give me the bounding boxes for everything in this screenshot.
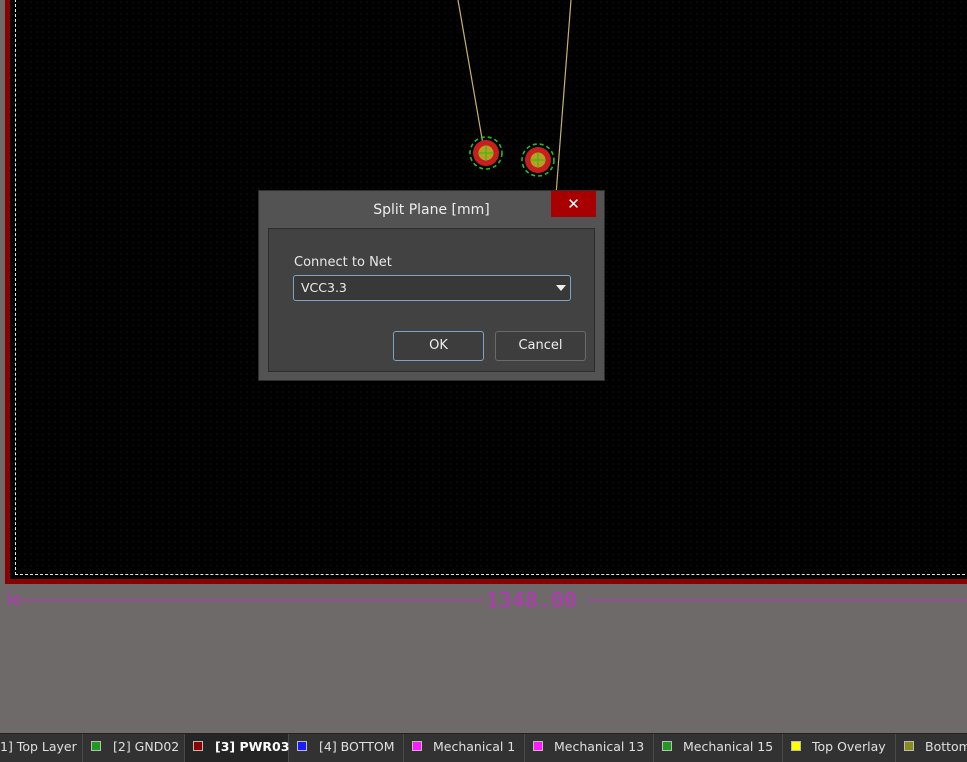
cancel-button[interactable]: Cancel xyxy=(495,331,586,361)
layer-color-swatch xyxy=(412,741,422,751)
track-1[interactable] xyxy=(457,0,485,151)
ok-button[interactable]: OK xyxy=(393,331,484,361)
dimension-value: 1348.00 xyxy=(486,588,578,612)
via-pad-1[interactable] xyxy=(469,136,503,170)
net-select[interactable]: VCC3.3 xyxy=(293,275,571,301)
layer-tab-top-overlay[interactable]: Top Overlay xyxy=(783,734,896,762)
layer-tab-mechanical-1[interactable]: Mechanical 1 xyxy=(404,734,525,762)
layer-color-swatch xyxy=(791,741,801,751)
layer-color-swatch xyxy=(193,741,203,751)
layer-tab-gnd02[interactable]: [2] GND02 xyxy=(83,734,185,762)
layer-tab-label: Bottom Overlay xyxy=(925,739,967,754)
layer-tab-label: Mechanical 13 xyxy=(554,739,645,754)
layer-color-swatch xyxy=(533,741,543,751)
layer-color-swatch xyxy=(91,741,101,751)
close-icon: ✕ xyxy=(567,195,580,213)
layer-tab-top-layer[interactable]: 1] Top Layer xyxy=(0,734,83,762)
split-plane-dialog: Split Plane [mm] ✕ Connect to Net VCC3.3… xyxy=(258,190,605,381)
layer-tab-label: Mechanical 15 xyxy=(683,739,774,754)
layer-color-swatch xyxy=(297,741,307,751)
layer-tab-label: [4] BOTTOM xyxy=(319,739,395,754)
close-button[interactable]: ✕ xyxy=(551,191,596,217)
layer-color-swatch xyxy=(662,741,672,751)
layer-tabs-bar: 1] Top Layer [2] GND02 [3] PWR03 [4] BOT… xyxy=(0,733,967,762)
via-pad-2[interactable] xyxy=(521,143,555,177)
chevron-down-icon xyxy=(556,285,566,291)
layer-tab-label: Top Overlay xyxy=(812,739,886,754)
net-select-value: VCC3.3 xyxy=(301,280,347,295)
layer-tab-label: 1] Top Layer xyxy=(0,739,77,754)
connect-to-net-label: Connect to Net xyxy=(294,255,392,270)
layer-tab-bottom[interactable]: [4] BOTTOM xyxy=(289,734,404,762)
layer-color-swatch xyxy=(904,741,914,751)
layer-tab-label: Mechanical 1 xyxy=(433,739,516,754)
track-2[interactable] xyxy=(555,0,572,196)
dialog-panel: Connect to Net VCC3.3 OK Cancel xyxy=(268,228,595,372)
layer-tab-mechanical-13[interactable]: Mechanical 13 xyxy=(525,734,654,762)
layer-tab-label: [3] PWR03 xyxy=(215,739,290,754)
layer-tab-mechanical-15[interactable]: Mechanical 15 xyxy=(654,734,783,762)
layer-tab-label: [2] GND02 xyxy=(113,739,180,754)
layer-tab-pwr03[interactable]: [3] PWR03 xyxy=(185,734,289,762)
layer-tab-bottom-overlay[interactable]: Bottom Overlay xyxy=(896,734,967,762)
